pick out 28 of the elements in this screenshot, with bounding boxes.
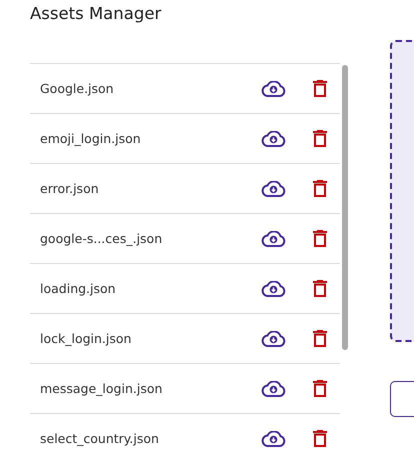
- cloud-download-icon[interactable]: [261, 280, 286, 296]
- cloud-download-icon[interactable]: [261, 80, 286, 96]
- file-name: loading.json: [40, 281, 117, 296]
- file-name: lock_login.json: [40, 331, 132, 346]
- upload-button[interactable]: [390, 381, 414, 417]
- cloud-download-icon[interactable]: [261, 180, 286, 196]
- file-name: select_country.json: [40, 431, 160, 446]
- file-name: error.json: [40, 181, 100, 196]
- cloud-download-icon[interactable]: [261, 330, 286, 346]
- file-name: google-s...ces_.json: [40, 231, 164, 246]
- delete-icon[interactable]: [313, 130, 327, 147]
- delete-icon[interactable]: [313, 380, 327, 397]
- delete-icon[interactable]: [313, 80, 327, 97]
- cloud-download-icon[interactable]: [261, 230, 286, 246]
- cloud-download-icon[interactable]: [261, 130, 286, 146]
- drop-zone[interactable]: [390, 40, 414, 342]
- file-name: Google.json: [40, 81, 115, 96]
- delete-icon[interactable]: [313, 180, 327, 197]
- scrollbar[interactable]: [342, 65, 348, 350]
- cloud-download-icon[interactable]: [261, 380, 286, 396]
- delete-icon[interactable]: [313, 430, 327, 447]
- delete-icon[interactable]: [313, 330, 327, 347]
- cloud-download-icon[interactable]: [261, 430, 286, 446]
- delete-icon[interactable]: [313, 280, 327, 297]
- delete-icon[interactable]: [313, 230, 327, 247]
- file-name: emoji_login.json: [40, 131, 142, 146]
- file-name: message_login.json: [40, 381, 164, 396]
- page-title: Assets Manager: [30, 3, 162, 25]
